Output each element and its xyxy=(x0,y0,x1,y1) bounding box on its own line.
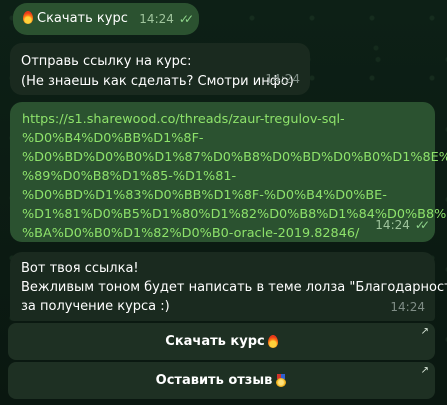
fire-icon xyxy=(267,335,278,348)
outgoing-message-bubble: Скачать курс 14:24 ✓✓ xyxy=(13,3,199,35)
arrow-up-right-icon: ↗ xyxy=(420,326,429,337)
double-check-icon: ✓✓ xyxy=(178,12,194,26)
message-time: 14:24 xyxy=(139,12,174,26)
message-text: Вот твоя ссылка! Вежливым тоном будет на… xyxy=(21,261,447,314)
message-meta: 14:24 ✓✓ xyxy=(139,9,194,29)
message-time: 14:24 xyxy=(390,300,425,314)
incoming-message-bubble: Вот твоя ссылка! Вежливым тоном будет на… xyxy=(10,252,447,321)
message-time: 14:24 xyxy=(265,72,300,86)
medal-icon xyxy=(275,374,287,387)
download-course-button[interactable]: Скачать курс ↗ xyxy=(8,323,435,360)
message-meta: 14:24 ✓✓ xyxy=(375,215,430,235)
outgoing-link-message-bubble: https://s1.sharewood.co/threads/zaur-tre… xyxy=(10,102,447,243)
message-text: Отправь ссылку на курс: (Не знаешь как с… xyxy=(21,54,294,89)
arrow-up-right-icon: ↗ xyxy=(420,365,429,376)
chat-area: Скачать курс 14:24 ✓✓ Отправь ссылку на … xyxy=(0,0,447,405)
course-link[interactable]: https://s1.sharewood.co/threads/zaur-tre… xyxy=(22,110,447,243)
incoming-message-bubble: Отправь ссылку на курс: (Не знаешь как с… xyxy=(10,43,310,95)
button-label: Скачать курс xyxy=(165,334,265,349)
leave-review-button[interactable]: Оставить отзыв ↗ xyxy=(8,362,435,399)
message-text: Скачать курс xyxy=(23,9,128,29)
button-label: Оставить отзыв xyxy=(155,373,273,388)
message-time: 14:24 xyxy=(375,218,410,232)
fire-icon xyxy=(23,11,33,24)
double-check-icon: ✓✓ xyxy=(414,218,430,232)
